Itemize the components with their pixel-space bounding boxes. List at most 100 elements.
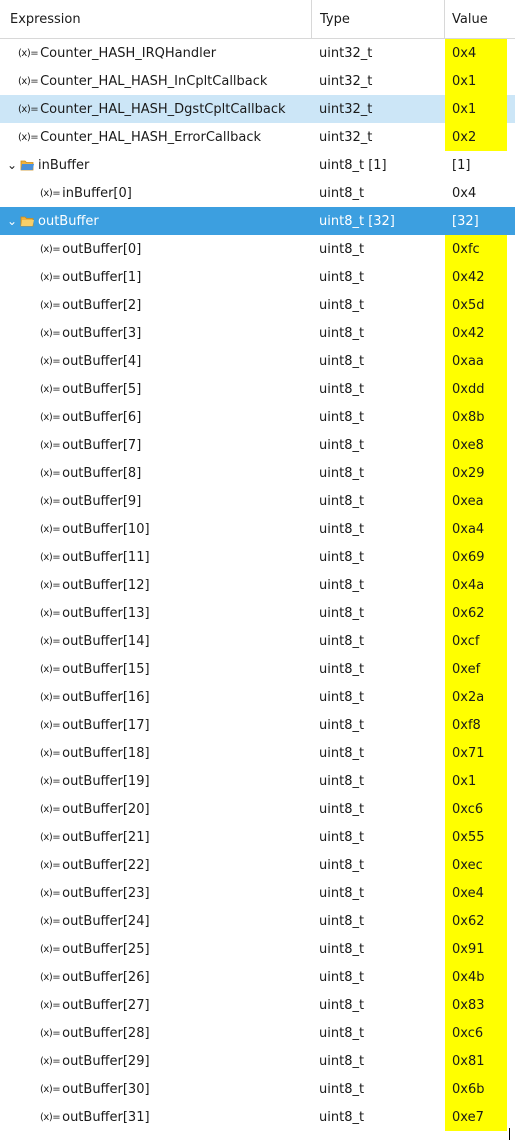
- table-row[interactable]: (x)= Counter_HAL_HASH_DgstCpltCallback ui…: [0, 95, 515, 123]
- value-cell[interactable]: 0x42: [445, 263, 507, 291]
- expression-label: outBuffer[29]: [62, 1053, 150, 1069]
- value-cell[interactable]: 0x4b: [445, 963, 507, 991]
- value-cell[interactable]: 0x83: [445, 991, 507, 1019]
- value-cell[interactable]: 0x8b: [445, 403, 507, 431]
- table-row[interactable]: (x)= outBuffer[8] uint8_t 0x29: [0, 459, 515, 487]
- value-cell[interactable]: [1]: [445, 151, 507, 179]
- table-row[interactable]: (x)= Counter_HAL_HASH_ErrorCallback uint3…: [0, 123, 515, 151]
- column-header-expression[interactable]: Expression: [0, 0, 312, 38]
- value-cell[interactable]: 0x5d: [445, 291, 507, 319]
- value-cell[interactable]: 0xdd: [445, 375, 507, 403]
- table-row[interactable]: (x)= outBuffer[6] uint8_t 0x8b: [0, 403, 515, 431]
- table-row[interactable]: (x)= outBuffer[26] uint8_t 0x4b: [0, 963, 515, 991]
- table-row[interactable]: (x)= outBuffer[11] uint8_t 0x69: [0, 543, 515, 571]
- chevron-down-icon[interactable]: ⌄: [6, 158, 18, 172]
- table-row[interactable]: (x)= outBuffer[24] uint8_t 0x62: [0, 907, 515, 935]
- table-row[interactable]: (x)= outBuffer[23] uint8_t 0xe4: [0, 879, 515, 907]
- value-cell[interactable]: 0x91: [445, 935, 507, 963]
- variable-icon: (x)=: [40, 299, 61, 311]
- value-cell[interactable]: 0xcf: [445, 627, 507, 655]
- table-row[interactable]: (x)= outBuffer[15] uint8_t 0xef: [0, 655, 515, 683]
- value-cell[interactable]: 0xec: [445, 851, 507, 879]
- table-row[interactable]: (x)= Counter_HASH_IRQHandler uint32_t 0x4: [0, 39, 515, 67]
- value-cell[interactable]: 0x2a: [445, 683, 507, 711]
- value-cell[interactable]: 0xaa: [445, 347, 507, 375]
- table-row[interactable]: (x)= outBuffer[29] uint8_t 0x81: [0, 1047, 515, 1075]
- expression-label: inBuffer[0]: [62, 185, 132, 201]
- table-row[interactable]: ⌄ inBuffer uint8_t [1] [1]: [0, 151, 515, 179]
- table-row[interactable]: (x)= outBuffer[13] uint8_t 0x62: [0, 599, 515, 627]
- variable-icon: (x)=: [40, 243, 61, 255]
- value-cell[interactable]: 0xef: [445, 655, 507, 683]
- value-cell[interactable]: 0x4a: [445, 571, 507, 599]
- value-cell[interactable]: 0x6b: [445, 1075, 507, 1103]
- expression-label: outBuffer[18]: [62, 745, 150, 761]
- value-cell[interactable]: 0x69: [445, 543, 507, 571]
- table-row[interactable]: (x)= outBuffer[5] uint8_t 0xdd: [0, 375, 515, 403]
- variable-icon: (x)=: [40, 663, 61, 675]
- table-row[interactable]: (x)= outBuffer[27] uint8_t 0x83: [0, 991, 515, 1019]
- value-cell[interactable]: 0x4: [445, 179, 507, 207]
- table-row[interactable]: (x)= outBuffer[25] uint8_t 0x91: [0, 935, 515, 963]
- type-cell: uint8_t: [319, 885, 365, 901]
- value-cell[interactable]: 0x71: [445, 739, 507, 767]
- value-cell[interactable]: 0x55: [445, 823, 507, 851]
- table-row[interactable]: (x)= outBuffer[28] uint8_t 0xc6: [0, 1019, 515, 1047]
- column-header-value[interactable]: Value: [445, 0, 507, 38]
- type-cell: uint32_t: [319, 45, 373, 61]
- value-cell[interactable]: 0x62: [445, 907, 507, 935]
- table-row[interactable]: (x)= outBuffer[9] uint8_t 0xea: [0, 487, 515, 515]
- value-cell[interactable]: [32]: [445, 207, 507, 235]
- value-cell[interactable]: 0x1: [445, 67, 507, 95]
- value-cell[interactable]: 0x29: [445, 459, 507, 487]
- value-cell[interactable]: 0x4: [445, 39, 507, 67]
- table-row[interactable]: (x)= outBuffer[18] uint8_t 0x71: [0, 739, 515, 767]
- column-header-type[interactable]: Type: [312, 0, 445, 38]
- value-cell[interactable]: 0xe7: [445, 1103, 507, 1131]
- expression-label: outBuffer[31]: [62, 1109, 150, 1125]
- table-row[interactable]: (x)= outBuffer[0] uint8_t 0xfc: [0, 235, 515, 263]
- value-cell[interactable]: 0x62: [445, 599, 507, 627]
- table-row[interactable]: (x)= Counter_HAL_HASH_InCpltCallback uint…: [0, 67, 515, 95]
- table-row[interactable]: (x)= outBuffer[22] uint8_t 0xec: [0, 851, 515, 879]
- table-row[interactable]: (x)= outBuffer[21] uint8_t 0x55: [0, 823, 515, 851]
- table-row[interactable]: (x)= outBuffer[20] uint8_t 0xc6: [0, 795, 515, 823]
- value-cell[interactable]: 0xa4: [445, 515, 507, 543]
- value-cell[interactable]: 0xc6: [445, 1019, 507, 1047]
- value-cell[interactable]: 0x1: [445, 767, 507, 795]
- table-row[interactable]: (x)= outBuffer[19] uint8_t 0x1: [0, 767, 515, 795]
- expression-label: outBuffer[19]: [62, 773, 150, 789]
- table-row[interactable]: (x)= outBuffer[10] uint8_t 0xa4: [0, 515, 515, 543]
- table-row[interactable]: (x)= outBuffer[12] uint8_t 0x4a: [0, 571, 515, 599]
- value-cell[interactable]: 0xfc: [445, 235, 507, 263]
- table-row[interactable]: (x)= inBuffer[0] uint8_t 0x4: [0, 179, 515, 207]
- expression-label: outBuffer[10]: [62, 521, 150, 537]
- table-row[interactable]: (x)= outBuffer[14] uint8_t 0xcf: [0, 627, 515, 655]
- expression-label: outBuffer[16]: [62, 689, 150, 705]
- type-cell: uint32_t: [319, 129, 373, 145]
- value-cell[interactable]: 0x81: [445, 1047, 507, 1075]
- table-row[interactable]: (x)= outBuffer[2] uint8_t 0x5d: [0, 291, 515, 319]
- table-row[interactable]: (x)= outBuffer[17] uint8_t 0xf8: [0, 711, 515, 739]
- table-row[interactable]: (x)= outBuffer[30] uint8_t 0x6b: [0, 1075, 515, 1103]
- table-row[interactable]: (x)= outBuffer[1] uint8_t 0x42: [0, 263, 515, 291]
- value-cell[interactable]: 0xf8: [445, 711, 507, 739]
- table-row[interactable]: (x)= outBuffer[7] uint8_t 0xe8: [0, 431, 515, 459]
- expression-label: outBuffer[30]: [62, 1081, 150, 1097]
- value-cell[interactable]: 0x1: [445, 95, 507, 123]
- value-cell[interactable]: 0xc6: [445, 795, 507, 823]
- value-cell[interactable]: 0x42: [445, 319, 507, 347]
- table-row[interactable]: (x)= outBuffer[4] uint8_t 0xaa: [0, 347, 515, 375]
- value-cell[interactable]: 0xe8: [445, 431, 507, 459]
- variable-icon: (x)=: [40, 1027, 61, 1039]
- table-row[interactable]: ⌄ outBuffer uint8_t [32] [32]: [0, 207, 515, 235]
- type-cell: uint8_t: [319, 1053, 365, 1069]
- chevron-down-icon[interactable]: ⌄: [6, 214, 18, 228]
- value-cell[interactable]: 0xea: [445, 487, 507, 515]
- value-cell[interactable]: 0xe4: [445, 879, 507, 907]
- type-cell: uint8_t: [319, 745, 365, 761]
- value-cell[interactable]: 0x2: [445, 123, 507, 151]
- table-row[interactable]: (x)= outBuffer[31] uint8_t 0xe7: [0, 1103, 515, 1131]
- table-row[interactable]: (x)= outBuffer[16] uint8_t 0x2a: [0, 683, 515, 711]
- table-row[interactable]: (x)= outBuffer[3] uint8_t 0x42: [0, 319, 515, 347]
